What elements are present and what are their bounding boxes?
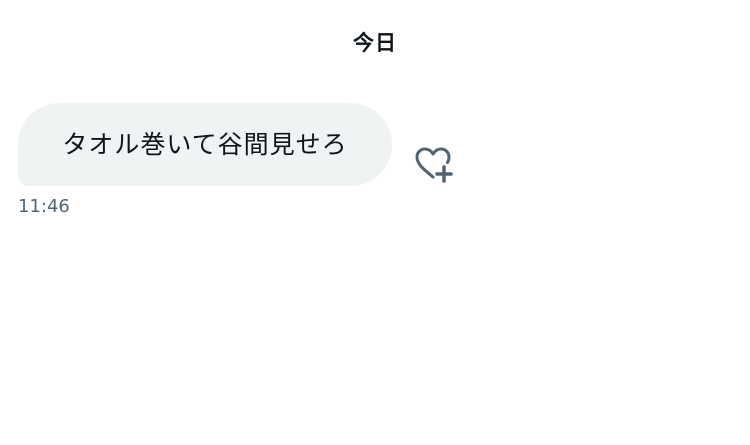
date-divider: 今日	[353, 31, 397, 55]
message-bubble[interactable]: タオル巻いて谷間見せろ	[18, 103, 392, 186]
heart-plus-icon	[415, 147, 453, 183]
message-row: タオル巻いて谷間見せろ	[18, 103, 454, 186]
dm-conversation-view: 今日 タオル巻いて谷間見せろ 11:46	[0, 0, 750, 445]
add-reaction-button[interactable]	[412, 143, 454, 185]
message-timestamp: 11:46	[18, 196, 70, 217]
